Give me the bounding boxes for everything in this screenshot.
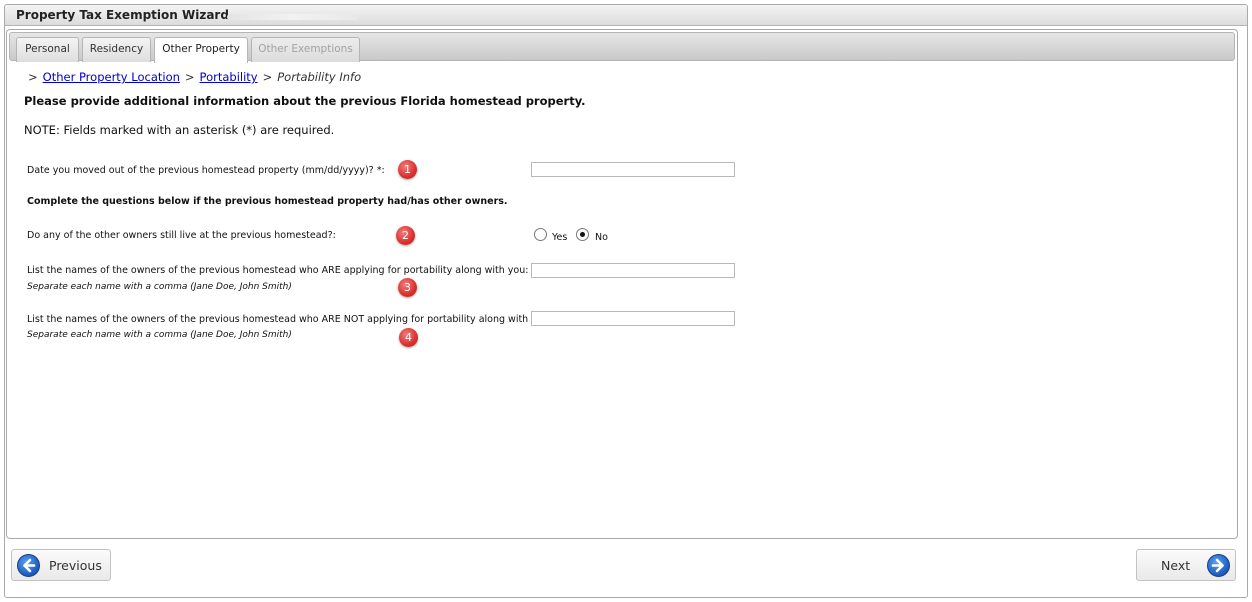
applying-owners-input[interactable] <box>531 263 735 278</box>
breadcrumb-separator: > <box>184 70 195 84</box>
page-heading: Please provide additional information ab… <box>24 94 586 108</box>
applying-owners-hint: Separate each name with a comma (Jane Do… <box>27 282 292 292</box>
breadcrumb: > Other Property Location > Portability > Por… <box>28 70 361 84</box>
tab-bar: Personal Residency Other Property Other … <box>9 32 1235 63</box>
applying-owners-label: List the names of the owners of the prev… <box>27 265 529 276</box>
tab-personal[interactable]: Personal <box>16 37 79 62</box>
breadcrumb-current: Portability Info <box>277 70 362 84</box>
required-note: NOTE: Fields marked with an asterisk (*)… <box>24 123 335 137</box>
step-badge-1: 1 <box>398 160 417 179</box>
not-applying-owners-hint: Separate each name with a comma (Jane Do… <box>27 330 292 340</box>
breadcrumb-separator: > <box>262 70 273 84</box>
title-bar: Property Tax Exemption Wizard - <box>5 5 1247 26</box>
moved-out-date-input[interactable] <box>531 162 735 177</box>
next-button[interactable]: Next <box>1136 549 1236 581</box>
arrow-right-icon <box>1207 554 1230 577</box>
still-live-no-label: No <box>595 232 608 243</box>
other-owners-heading: Complete the questions below if the prev… <box>27 196 508 207</box>
step-badge-4: 4 <box>399 328 418 347</box>
wizard-panel: Personal Residency Other Property Other … <box>6 29 1238 539</box>
still-live-yes-label: Yes <box>552 232 568 243</box>
moved-out-date-label: Date you moved out of the previous homes… <box>27 165 385 176</box>
still-live-label: Do any of the other owners still live at… <box>27 230 336 241</box>
breadcrumb-link-other-property-location[interactable]: Other Property Location <box>43 70 180 84</box>
tab-residency[interactable]: Residency <box>82 37 151 62</box>
not-applying-owners-label: List the names of the owners of the prev… <box>27 314 552 325</box>
previous-button-label: Previous <box>49 558 102 573</box>
previous-button[interactable]: Previous <box>11 549 111 581</box>
window-title: Property Tax Exemption Wizard - <box>16 8 239 22</box>
step-badge-2: 2 <box>396 226 415 245</box>
arrow-left-icon <box>17 554 40 577</box>
not-applying-owners-input[interactable] <box>531 311 735 326</box>
next-button-label: Next <box>1161 558 1191 573</box>
still-live-yes-radio[interactable] <box>534 228 547 241</box>
redacted-title-text <box>227 14 359 20</box>
still-live-no-radio[interactable] <box>576 228 589 241</box>
tab-other-property[interactable]: Other Property <box>154 37 248 63</box>
step-badge-3: 3 <box>398 278 417 297</box>
breadcrumb-link-portability[interactable]: Portability <box>200 70 258 84</box>
breadcrumb-separator: > <box>28 70 38 84</box>
tab-other-exemptions: Other Exemptions <box>251 37 360 62</box>
